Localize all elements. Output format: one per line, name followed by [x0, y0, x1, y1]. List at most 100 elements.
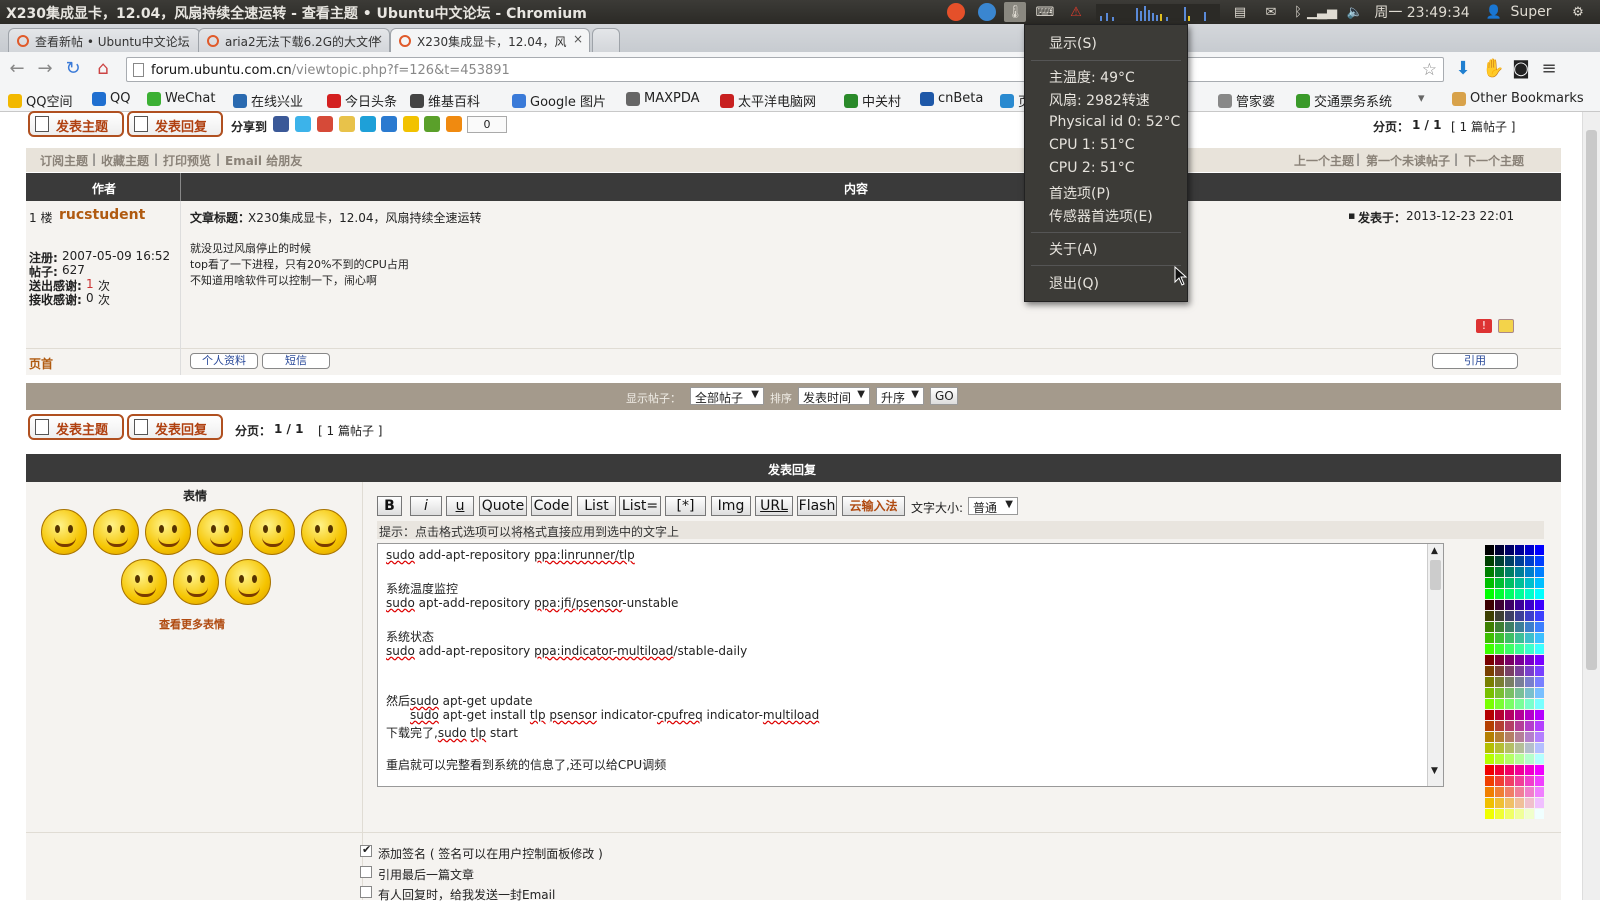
bookmark-item[interactable]: cnBeta [920, 91, 983, 106]
palette-swatch[interactable] [1485, 655, 1494, 665]
bold-button[interactable]: B [377, 496, 402, 516]
palette-swatch[interactable] [1485, 578, 1494, 588]
palette-swatch[interactable] [1485, 644, 1494, 654]
quote-format-button[interactable]: Quote [479, 496, 527, 516]
palette-swatch[interactable] [1495, 633, 1504, 643]
palette-swatch[interactable] [1495, 589, 1504, 599]
other-bookmarks-folder[interactable]: Other Bookmarks [1452, 91, 1584, 106]
keyboard-icon[interactable]: ⌨ [1034, 2, 1056, 22]
new-topic-button[interactable]: 发表主题 [28, 111, 124, 137]
palette-swatch[interactable] [1495, 743, 1504, 753]
palette-swatch[interactable] [1515, 666, 1524, 676]
palette-swatch[interactable] [1515, 589, 1524, 599]
douban-icon[interactable] [424, 116, 440, 132]
palette-swatch[interactable] [1525, 556, 1534, 566]
giggle-emoticon-icon[interactable] [197, 509, 243, 555]
palette-swatch[interactable] [1535, 776, 1544, 786]
palette-swatch[interactable] [1535, 655, 1544, 665]
first-unread-link[interactable]: 第一个未读帖子 [1366, 152, 1450, 169]
bookmark-item[interactable]: 交通票务系统 [1296, 91, 1392, 110]
palette-swatch[interactable] [1495, 567, 1504, 577]
bookmark-item[interactable]: 维基百科 [410, 91, 480, 110]
palette-swatch[interactable] [1535, 809, 1544, 819]
palette-swatch[interactable] [1515, 809, 1524, 819]
smile-emoticon-icon[interactable] [41, 509, 87, 555]
palette-swatch[interactable] [1535, 677, 1544, 687]
palette-swatch[interactable] [1535, 644, 1544, 654]
palette-swatch[interactable] [1505, 754, 1514, 764]
home-icon[interactable]: ⌂ [92, 58, 114, 80]
twitter-icon[interactable] [295, 116, 311, 132]
palette-swatch[interactable] [1515, 776, 1524, 786]
pm-button[interactable]: 短信 [262, 353, 330, 369]
palette-swatch[interactable] [1505, 765, 1514, 775]
palette-swatch[interactable] [1505, 710, 1514, 720]
list-item-button[interactable]: [*] [665, 496, 706, 516]
notify-checkbox[interactable] [360, 886, 372, 898]
palette-swatch[interactable] [1535, 611, 1544, 621]
profile-button[interactable]: 个人资料 [190, 353, 258, 369]
dizzy-emoticon-icon[interactable] [225, 559, 271, 605]
palette-swatch[interactable] [1505, 666, 1514, 676]
palette-swatch[interactable] [1505, 809, 1514, 819]
sort-key-select[interactable]: 发表时间 ▼ [798, 387, 870, 405]
palette-swatch[interactable] [1535, 798, 1544, 808]
palette-swatch[interactable] [1535, 787, 1544, 797]
palette-swatch[interactable] [1485, 732, 1494, 742]
palette-swatch[interactable] [1525, 677, 1534, 687]
palette-swatch[interactable] [1515, 732, 1524, 742]
cover-mouth-emoticon-icon[interactable] [173, 559, 219, 605]
palette-swatch[interactable] [1495, 754, 1504, 764]
palette-swatch[interactable] [1535, 721, 1544, 731]
palette-swatch[interactable] [1515, 644, 1524, 654]
reply-button-bottom[interactable]: 发表回复 [127, 414, 223, 440]
palette-swatch[interactable] [1535, 567, 1544, 577]
palette-swatch[interactable] [1485, 798, 1494, 808]
palette-swatch[interactable] [1505, 776, 1514, 786]
palette-swatch[interactable] [1525, 600, 1534, 610]
thanks-icon[interactable] [1498, 319, 1514, 333]
palette-swatch[interactable] [1505, 556, 1514, 566]
more-bookmarks-chevron-icon[interactable]: ▾ [1418, 91, 1425, 106]
palette-swatch[interactable] [1495, 688, 1504, 698]
palette-swatch[interactable] [1525, 721, 1534, 731]
palette-swatch[interactable] [1505, 677, 1514, 687]
palette-swatch[interactable] [1495, 655, 1504, 665]
palette-swatch[interactable] [1485, 556, 1494, 566]
quote-button[interactable]: 引用 [1432, 353, 1518, 369]
palette-swatch[interactable] [1515, 578, 1524, 588]
palette-swatch[interactable] [1505, 732, 1514, 742]
palette-swatch[interactable] [1495, 545, 1504, 555]
palette-swatch[interactable] [1485, 699, 1494, 709]
tab-new-posts[interactable]: 查看新帖 • Ubuntu中文论坛 [8, 28, 200, 52]
new-topic-button-bottom[interactable]: 发表主题 [28, 414, 124, 440]
email-friend-link[interactable]: Email 给朋友 [225, 152, 302, 169]
palette-swatch[interactable] [1495, 556, 1504, 566]
laugh-emoticon-icon[interactable] [301, 509, 347, 555]
palette-swatch[interactable] [1505, 644, 1514, 654]
palette-swatch[interactable] [1525, 545, 1534, 555]
palette-swatch[interactable] [1505, 589, 1514, 599]
palette-swatch[interactable] [1485, 567, 1494, 577]
bookmark-item[interactable]: 今日头条 [327, 91, 397, 110]
palette-swatch[interactable] [1485, 600, 1494, 610]
menu-preferences[interactable]: 首选项(P) [1049, 183, 1110, 203]
palette-swatch[interactable] [1505, 545, 1514, 555]
prev-topic-link[interactable]: 上一个主题 [1294, 152, 1354, 169]
palette-swatch[interactable] [1525, 732, 1534, 742]
palette-swatch[interactable] [1525, 567, 1534, 577]
thanks-sent-count[interactable]: 1 [86, 277, 94, 291]
menu-fan-speed[interactable]: 风扇: 2982转速 [1049, 90, 1150, 110]
post-author[interactable]: rucstudent [59, 207, 145, 223]
palette-swatch[interactable] [1505, 611, 1514, 621]
scroll-thumb[interactable] [1586, 130, 1597, 670]
qzone-icon[interactable] [360, 116, 376, 132]
palette-swatch[interactable] [1535, 556, 1544, 566]
palette-swatch[interactable] [1515, 721, 1524, 731]
menu-quit[interactable]: 退出(Q) [1049, 273, 1099, 293]
palette-swatch[interactable] [1485, 765, 1494, 775]
system-load-graph[interactable] [1096, 4, 1220, 21]
palette-swatch[interactable] [1525, 644, 1534, 654]
more-smilies-link[interactable]: 查看更多表情 [159, 616, 225, 632]
palette-swatch[interactable] [1515, 567, 1524, 577]
